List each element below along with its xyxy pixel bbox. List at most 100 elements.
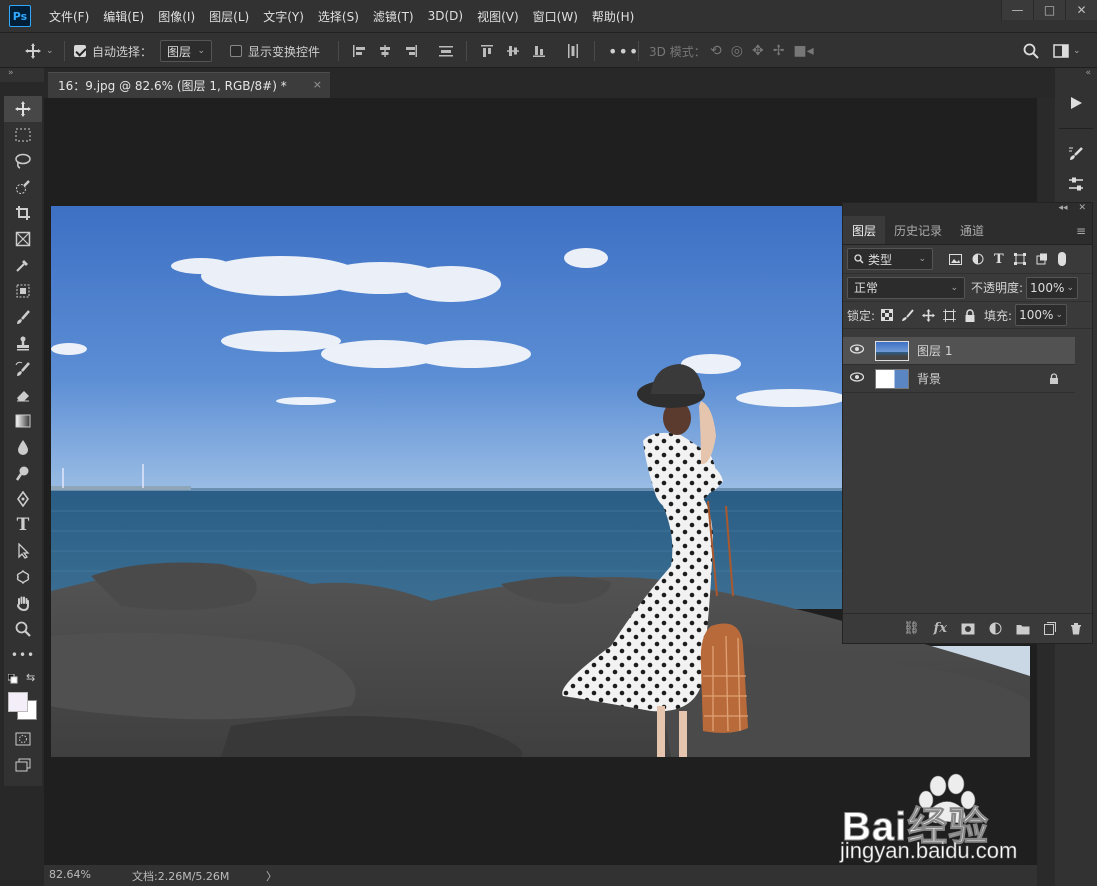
auto-select-target-dropdown[interactable]: 图层 ⌄ — [160, 40, 212, 62]
gradient-tool-icon[interactable] — [4, 408, 42, 434]
brush-tool-icon[interactable] — [4, 304, 42, 330]
filter-smart-object-icon[interactable] — [1036, 253, 1048, 265]
zoom-level[interactable]: 82.64% — [49, 868, 91, 881]
more-options-icon[interactable]: ••• — [608, 33, 639, 69]
type-tool-icon[interactable]: T — [4, 512, 42, 538]
minimize-button[interactable]: — — [1001, 0, 1033, 20]
distribute-vertical-icon[interactable] — [438, 44, 454, 58]
tab-channels[interactable]: 通道 — [951, 216, 993, 244]
document-tab[interactable]: 16：9.jpg @ 82.6% (图层 1, RGB/8#) * × — [48, 72, 330, 98]
eraser-tool-icon[interactable] — [4, 382, 42, 408]
pen-tool-icon[interactable] — [4, 486, 42, 512]
path-selection-tool-icon[interactable] — [4, 538, 42, 564]
panel-collapse-icon[interactable]: ◂◂ — [1059, 203, 1068, 213]
filter-adjustment-icon[interactable] — [972, 253, 984, 265]
menu-3d[interactable]: 3D(D) — [428, 9, 463, 23]
filter-type-icon[interactable]: T — [994, 252, 1004, 267]
eyedropper-tool-icon[interactable] — [4, 252, 42, 278]
new-layer-icon[interactable] — [1044, 622, 1056, 635]
close-tab-icon[interactable]: × — [313, 78, 322, 91]
tab-layers[interactable]: 图层 — [843, 216, 886, 244]
hand-tool-icon[interactable] — [4, 590, 42, 616]
menu-select[interactable]: 选择(S) — [318, 8, 359, 25]
menu-help[interactable]: 帮助(H) — [592, 8, 634, 25]
screen-mode-icon[interactable] — [4, 752, 42, 778]
delete-layer-icon[interactable] — [1070, 622, 1082, 635]
fx-icon[interactable]: fx — [934, 621, 947, 636]
play-action-icon[interactable] — [1059, 88, 1093, 118]
search-icon[interactable] — [1023, 33, 1039, 69]
foreground-color-swatch[interactable] — [8, 692, 28, 712]
menu-image[interactable]: 图像(I) — [158, 8, 195, 25]
align-bottom-icon[interactable] — [532, 44, 546, 58]
menu-filter[interactable]: 滤镜(T) — [373, 8, 414, 25]
healing-brush-tool-icon[interactable] — [4, 278, 42, 304]
marquee-tool-icon[interactable] — [4, 122, 42, 148]
workspace-icon[interactable]: ⌄ — [1053, 33, 1081, 69]
dodge-tool-icon[interactable] — [4, 460, 42, 486]
maximize-button[interactable]: □ — [1033, 0, 1065, 20]
close-button[interactable]: ✕ — [1065, 0, 1097, 20]
custom-shape-tool-icon[interactable] — [4, 564, 42, 590]
layer-name[interactable]: 图层 1 — [917, 342, 952, 359]
3d-roll-icon[interactable]: ◎ — [731, 43, 743, 59]
filter-toggle[interactable] — [1057, 252, 1066, 266]
panel-menu-icon[interactable]: ≡ — [1076, 224, 1086, 238]
add-mask-icon[interactable] — [961, 623, 975, 635]
clone-stamp-tool-icon[interactable] — [4, 330, 42, 356]
3d-orbit-icon[interactable]: ⟲ — [710, 43, 722, 59]
status-menu-arrow[interactable]: 〉 — [266, 868, 277, 884]
lasso-tool-icon[interactable] — [4, 148, 42, 174]
quick-selection-tool-icon[interactable] — [4, 174, 42, 200]
3d-scale-icon[interactable]: ■◂ — [793, 43, 813, 59]
opacity-input[interactable]: 100% ⌄ — [1026, 276, 1079, 299]
lock-transparent-icon[interactable] — [881, 309, 894, 321]
filter-pixel-icon[interactable] — [949, 253, 962, 265]
new-group-icon[interactable] — [1016, 623, 1030, 635]
layer-row-background[interactable]: 背景 — [843, 365, 1075, 393]
crop-tool-icon[interactable] — [4, 200, 42, 226]
adjustments-icon[interactable] — [1059, 169, 1093, 199]
lock-all-icon[interactable] — [964, 308, 976, 322]
auto-select-checkbox[interactable] — [74, 45, 86, 57]
default-colors-icon[interactable] — [8, 674, 18, 684]
quick-mask-icon[interactable] — [4, 726, 42, 752]
align-right-icon[interactable] — [404, 44, 418, 58]
filter-shape-icon[interactable] — [1013, 253, 1026, 265]
eye-icon[interactable] — [843, 343, 871, 358]
dock-collapse-icon[interactable]: « — [1055, 68, 1097, 82]
blend-mode-dropdown[interactable]: 正常 ⌄ — [847, 276, 965, 299]
new-adjustment-layer-icon[interactable] — [989, 622, 1002, 635]
move-tool-preset-icon[interactable]: ⌄ — [24, 33, 54, 69]
swap-colors-icon[interactable]: ⇆ — [26, 671, 35, 684]
align-top-icon[interactable] — [480, 44, 494, 58]
lock-position-icon[interactable] — [922, 308, 936, 322]
history-brush-tool-icon[interactable] — [4, 356, 42, 382]
move-tool-icon[interactable] — [4, 96, 42, 122]
filter-kind-dropdown[interactable]: 类型 ⌄ — [847, 248, 933, 270]
distribute-horizontal-icon[interactable] — [566, 43, 580, 59]
menu-view[interactable]: 视图(V) — [477, 8, 519, 25]
menu-window[interactable]: 窗口(W) — [533, 8, 578, 25]
align-horizontal-center-icon[interactable] — [378, 44, 392, 58]
zoom-tool-icon[interactable] — [4, 616, 42, 642]
align-left-icon[interactable] — [352, 44, 366, 58]
menu-file[interactable]: 文件(F) — [49, 8, 89, 25]
menu-type[interactable]: 文字(Y) — [263, 8, 304, 25]
frame-tool-icon[interactable] — [4, 226, 42, 252]
menu-layer[interactable]: 图层(L) — [209, 8, 249, 25]
brush-settings-icon[interactable] — [1059, 139, 1093, 169]
3d-slide-icon[interactable]: ✢ — [773, 43, 785, 59]
menu-edit[interactable]: 编辑(E) — [103, 8, 144, 25]
layer-name[interactable]: 背景 — [917, 370, 941, 387]
lock-artboard-icon[interactable] — [943, 308, 957, 322]
fill-input[interactable]: 100% ⌄ — [1015, 304, 1068, 326]
edit-toolbar-icon[interactable]: ••• — [4, 642, 42, 668]
link-layers-icon[interactable]: ⛓ — [903, 621, 920, 636]
lock-pixels-icon[interactable] — [901, 308, 914, 322]
show-transform-checkbox[interactable] — [230, 45, 242, 57]
panel-close-icon[interactable]: ✕ — [1078, 203, 1086, 213]
layer-row-layer1[interactable]: 图层 1 — [843, 337, 1075, 365]
align-vertical-center-icon[interactable] — [506, 44, 520, 58]
blur-tool-icon[interactable] — [4, 434, 42, 460]
